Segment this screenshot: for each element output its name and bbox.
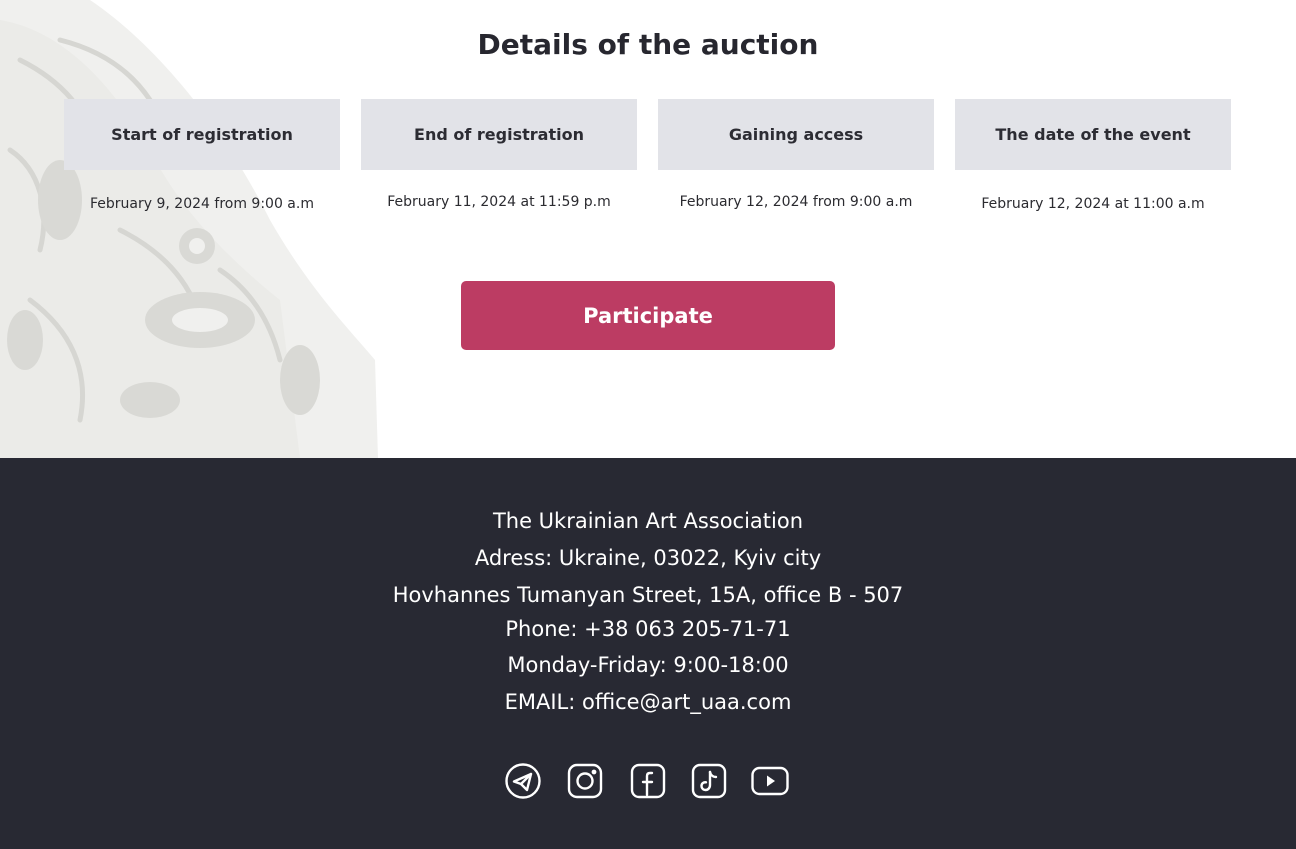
footer-email[interactable]: EMAIL: office@art_uaa.com: [0, 690, 1296, 714]
footer-hours: Monday-Friday: 9:00-18:00: [507, 653, 789, 677]
participate-button[interactable]: Participate: [461, 281, 835, 350]
footer-street: Hovhannes Tumanyan Street, 15A, office B…: [392, 583, 904, 607]
stage-label: Gaining access: [728, 125, 864, 144]
page-title: Details of the auction: [477, 28, 819, 61]
stage-date-gaining-access: February 12, 2024 from 9:00 a.m: [679, 194, 913, 210]
footer-phone[interactable]: Phone: +38 063 205-71-71: [0, 617, 1296, 641]
stage-label: End of registration: [414, 125, 584, 144]
footer-address: Adress: Ukraine, 03022, Kyiv city: [474, 546, 822, 570]
stage-card-event-date: The date of the event: [955, 99, 1231, 170]
youtube-icon[interactable]: [751, 763, 789, 799]
auction-details-section: Details of the auction Start of registra…: [0, 0, 1296, 458]
embroidery-background-image: [0, 0, 378, 458]
stage-date-event: February 12, 2024 at 11:00 a.m: [981, 196, 1205, 212]
facebook-icon[interactable]: [629, 763, 667, 799]
stage-card-gaining-access: Gaining access: [658, 99, 934, 170]
stage-card-end-registration: End of registration: [361, 99, 637, 170]
telegram-icon[interactable]: [504, 763, 542, 799]
stage-date-end-registration: February 11, 2024 at 11:59 p.m: [387, 194, 611, 210]
stage-date-start-registration: February 9, 2024 from 9:00 a.m: [90, 196, 314, 212]
stage-card-start-registration: Start of registration: [64, 99, 340, 170]
instagram-icon[interactable]: [566, 763, 604, 799]
footer-organization-name: The Ukrainian Art Association: [492, 509, 804, 533]
tiktok-icon[interactable]: [690, 763, 728, 799]
stage-label: The date of the event: [995, 125, 1191, 144]
stage-label: Start of registration: [111, 125, 293, 144]
